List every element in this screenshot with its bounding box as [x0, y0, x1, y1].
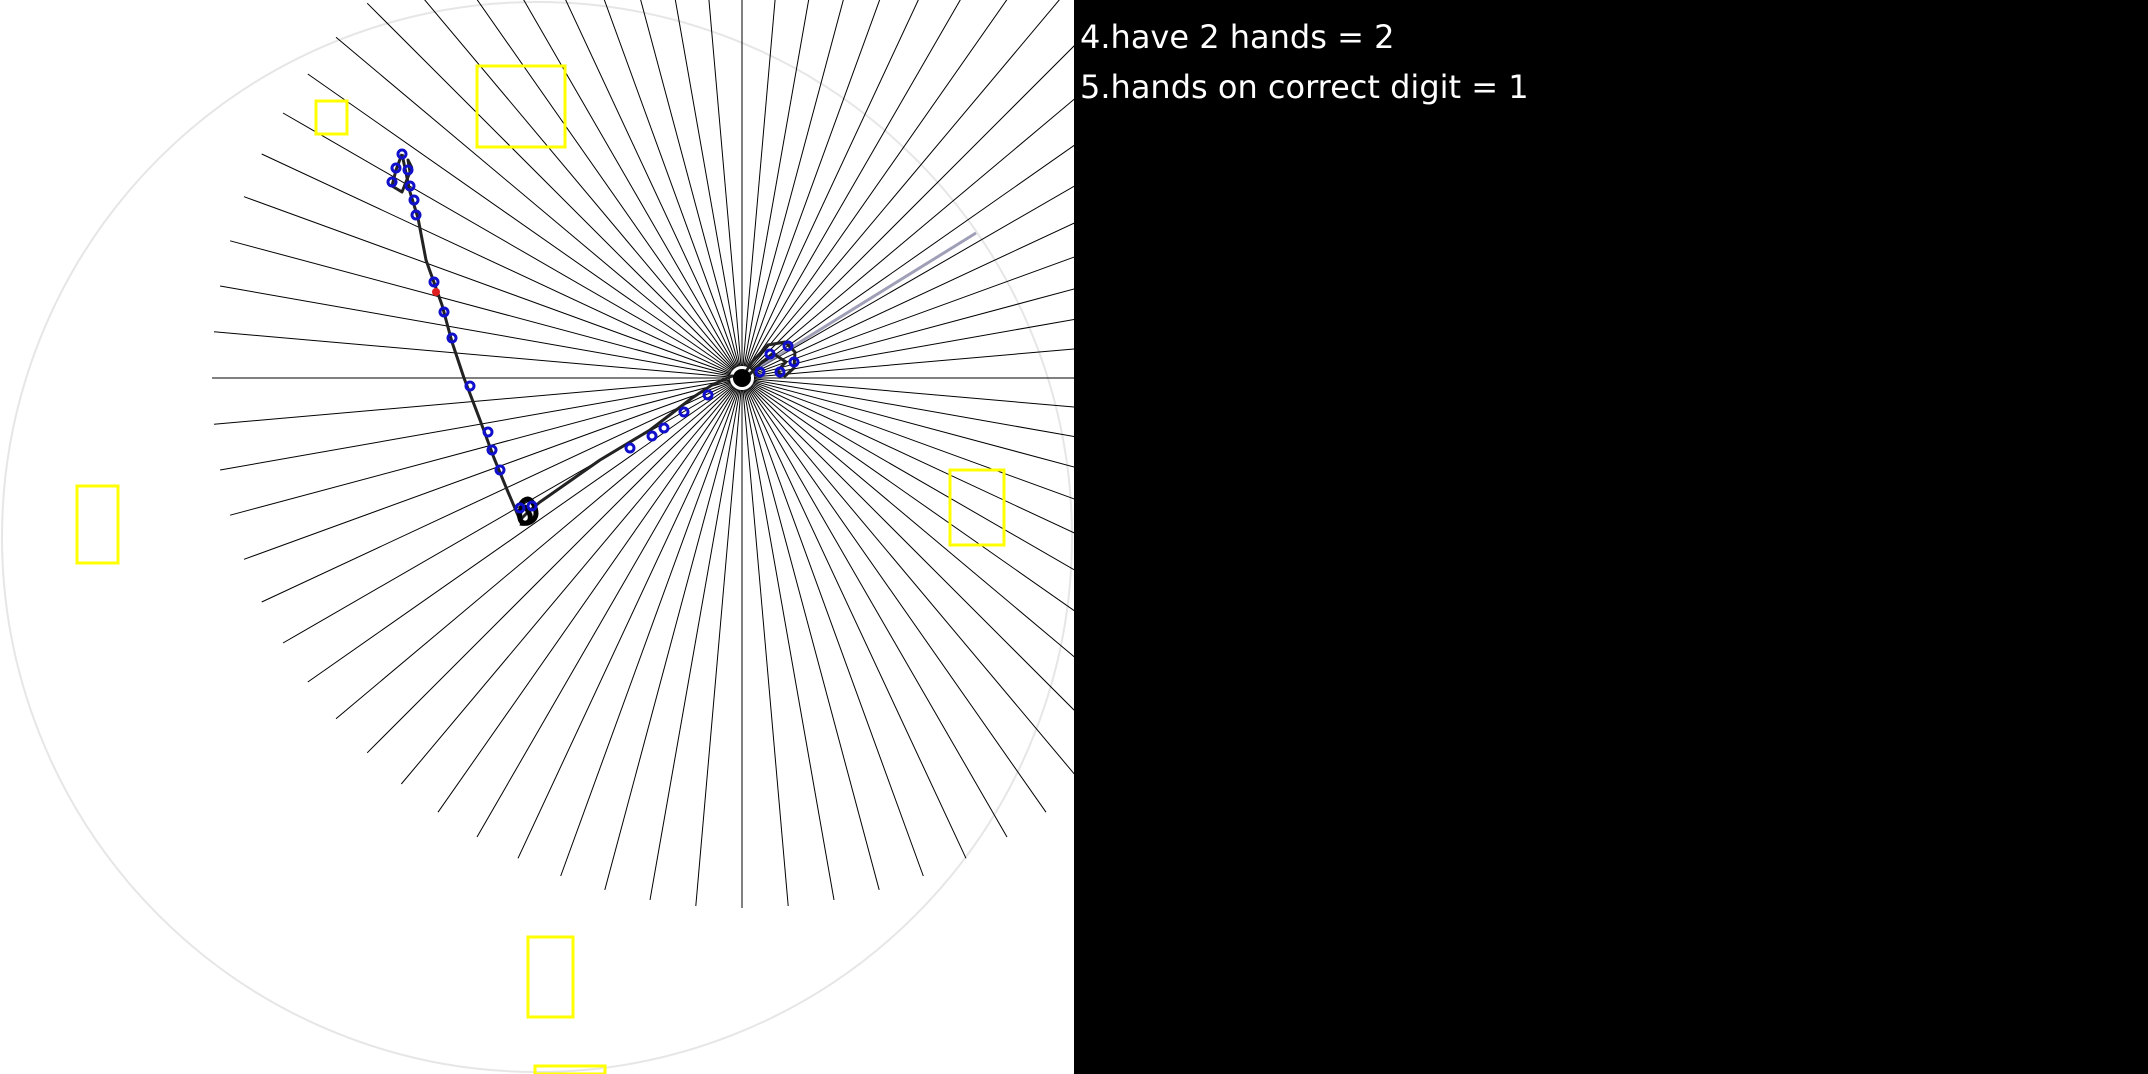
sample-point — [402, 164, 414, 176]
results-panel: 4.have 2 hands = 2 5.hands on correct di… — [1074, 0, 2148, 1074]
angle-ray — [560, 389, 739, 877]
angle-ray — [366, 2, 734, 370]
result-have-two-hands: 4.have 2 hands = 2 — [1080, 18, 1395, 56]
angle-ray — [437, 387, 736, 813]
angle-ray — [752, 383, 1074, 571]
center-mark — [733, 369, 751, 387]
angle-ray — [752, 185, 1074, 373]
angle-ray — [261, 382, 732, 603]
angle-ray — [400, 386, 735, 785]
digit-box — [948, 468, 1006, 547]
angle-ray — [243, 196, 731, 375]
sample-point — [464, 380, 476, 392]
minute-hand-stroke — [400, 153, 743, 522]
angle-ray — [708, 0, 742, 367]
highlight-point — [432, 288, 440, 296]
angle-ray — [749, 0, 1060, 370]
app-window: 4.have 2 hands = 2 5.hands on correct di… — [0, 0, 2148, 1074]
clock-drawing-canvas — [0, 0, 1074, 1074]
clock-face-outline — [1, 1, 1073, 1073]
angle-ray — [750, 45, 1074, 370]
sample-point — [702, 389, 714, 401]
angle-ray — [220, 379, 731, 471]
angle-ray — [749, 386, 1074, 775]
sample-point — [624, 442, 636, 454]
angle-ray — [753, 348, 1074, 378]
angle-ray — [243, 381, 731, 560]
angle-ray — [752, 382, 1074, 534]
angle-ray — [748, 387, 1047, 813]
digit-box — [75, 484, 120, 565]
angle-rays — [212, 0, 1074, 908]
angle-ray — [424, 0, 735, 370]
sample-point — [658, 422, 670, 434]
angle-ray — [517, 388, 738, 859]
angle-ray — [366, 386, 734, 754]
sample-point — [754, 366, 766, 378]
angle-ray — [753, 378, 1074, 408]
angle-ray — [746, 388, 967, 859]
sample-point — [774, 366, 786, 378]
digit-boxes — [75, 64, 1006, 1074]
angle-ray — [307, 73, 733, 372]
sample-point — [482, 426, 494, 438]
angle-ray — [335, 36, 734, 371]
angle-ray — [335, 385, 734, 720]
result-hands-correct-digit: 5.hands on correct digit = 1 — [1080, 68, 1529, 106]
angle-ray — [750, 386, 1074, 711]
angle-ray — [751, 384, 1074, 612]
angle-ray — [753, 380, 1074, 468]
angle-ray — [751, 144, 1074, 372]
angle-ray — [742, 0, 776, 367]
clock-drawing-svg — [1, 0, 1074, 1074]
angle-ray — [743, 389, 835, 900]
angle-ray — [261, 153, 732, 374]
digit-box — [314, 99, 349, 136]
angle-ray — [745, 389, 924, 877]
sample-point — [646, 430, 658, 442]
angle-ray — [220, 285, 731, 377]
angle-ray — [753, 288, 1074, 376]
angle-ray — [649, 389, 741, 900]
digit-box — [526, 935, 575, 1019]
